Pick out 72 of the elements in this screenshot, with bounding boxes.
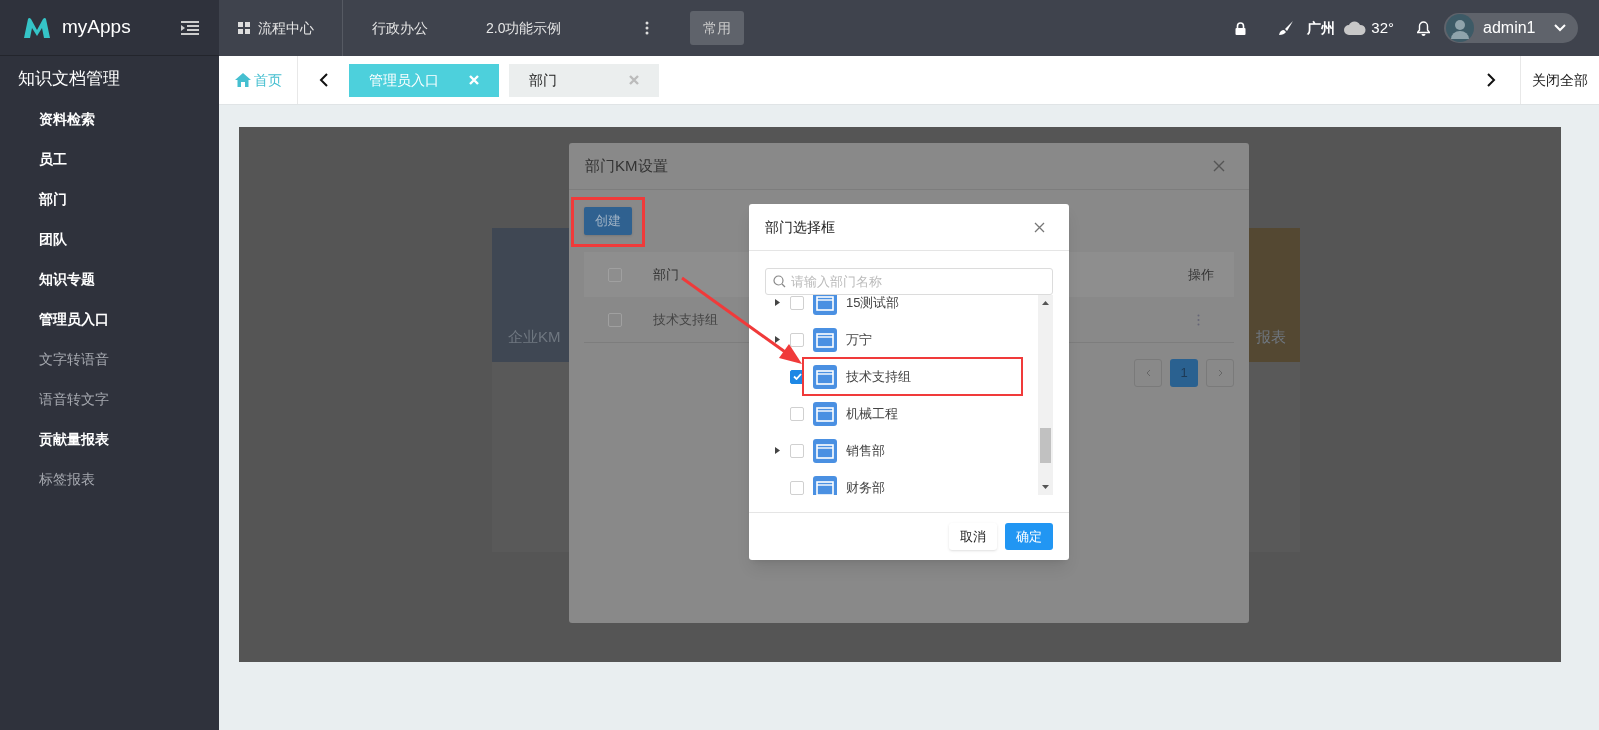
card-title: 报表 <box>1256 326 1286 347</box>
sidebar-title: 知识文档管理 <box>17 68 121 90</box>
home-icon <box>234 73 251 87</box>
dialog-title: 部门KM设置 <box>585 155 668 176</box>
scrollbar-thumb[interactable] <box>1040 427 1051 463</box>
checkbox[interactable] <box>790 480 804 495</box>
chevron-left-icon[interactable] <box>319 73 328 87</box>
tree-item[interactable]: 销售部 <box>765 432 1038 469</box>
chevron-right-icon <box>1217 369 1223 377</box>
expand-caret-icon[interactable] <box>775 299 780 306</box>
app-name: myApps <box>62 15 131 40</box>
logo-icon <box>22 15 52 40</box>
city-label: 广州 <box>1307 18 1336 38</box>
grid-icon <box>238 22 250 34</box>
nav-item[interactable]: 行政办公 <box>343 0 457 56</box>
tree-item[interactable]: 技术支持组 <box>765 358 1038 395</box>
folder-icon <box>813 475 837 495</box>
checkbox[interactable] <box>790 295 804 310</box>
expand-caret-icon[interactable] <box>775 336 780 343</box>
column-header: 操作 <box>1188 265 1214 284</box>
tree-item[interactable]: 财务部 <box>765 469 1038 495</box>
chevron-right-icon[interactable] <box>1487 73 1496 87</box>
search-field[interactable]: 请输入部门名称 <box>765 268 1053 295</box>
sidebar-item[interactable]: 团队 <box>0 219 219 260</box>
sidebar-item[interactable]: 管理员入口 <box>0 299 219 340</box>
page-tab[interactable]: 部门 <box>509 63 659 97</box>
more-icon[interactable] <box>645 21 650 35</box>
chevron-down-icon <box>1554 24 1566 32</box>
next-page-button[interactable] <box>1206 359 1234 387</box>
bell-icon[interactable] <box>1417 20 1430 36</box>
folder-icon <box>813 401 837 426</box>
scroll-down-icon[interactable] <box>1042 485 1049 489</box>
nav-item[interactable]: 2.0功能示例 <box>457 0 591 56</box>
sidebar-item[interactable]: 员工 <box>0 139 219 180</box>
previous-page-button[interactable] <box>1134 359 1162 387</box>
close-icon[interactable] <box>1213 160 1225 172</box>
cancel-button[interactable]: 取消 <box>949 523 997 550</box>
sidebar-item[interactable]: 标签报表 <box>0 459 219 500</box>
common-button[interactable]: 常用 <box>690 11 745 45</box>
scrollbar[interactable] <box>1038 295 1053 495</box>
tree-item[interactable]: 15测试部 <box>765 295 1038 321</box>
table-cell-text: 技术支持组 <box>653 310 718 329</box>
close-icon[interactable] <box>1034 221 1045 233</box>
tree-item[interactable]: 万宁 <box>765 321 1038 358</box>
temperature-label: 32° <box>1371 17 1394 38</box>
sidebar-item[interactable]: 贡献量报表 <box>0 419 219 460</box>
folder-icon <box>813 438 837 463</box>
expand-caret-icon[interactable] <box>775 447 780 454</box>
chevron-left-icon <box>1145 369 1151 377</box>
search-icon <box>773 275 786 288</box>
lock-icon[interactable] <box>1235 21 1247 35</box>
sidebar-item[interactable]: 文字转语音 <box>0 339 219 380</box>
column-header: 部门 <box>653 265 679 284</box>
checkbox[interactable] <box>790 443 804 458</box>
sidebar-item[interactable]: 部门 <box>0 179 219 220</box>
close-all-button[interactable]: 关闭全部 <box>1520 56 1599 104</box>
scroll-up-icon[interactable] <box>1042 301 1049 305</box>
tree-item[interactable]: 机械工程 <box>765 395 1038 432</box>
checkbox[interactable] <box>790 332 804 347</box>
menu-collapse-icon[interactable] <box>181 20 199 35</box>
avatar <box>1446 14 1474 42</box>
checkbox[interactable] <box>790 406 804 421</box>
sidebar-item[interactable]: 语音转文字 <box>0 379 219 420</box>
folder-icon <box>813 295 837 315</box>
sidebar-item[interactable]: 知识专题 <box>0 259 219 300</box>
user-menu[interactable]: admin1 <box>1444 13 1578 43</box>
check-icon <box>792 373 802 380</box>
dialog-title: 部门选择框 <box>765 217 835 237</box>
sidebar-item[interactable]: 资料检索 <box>0 99 219 140</box>
cloud-icon <box>1344 21 1367 35</box>
folder-icon <box>813 327 837 352</box>
folder-icon <box>813 364 837 389</box>
